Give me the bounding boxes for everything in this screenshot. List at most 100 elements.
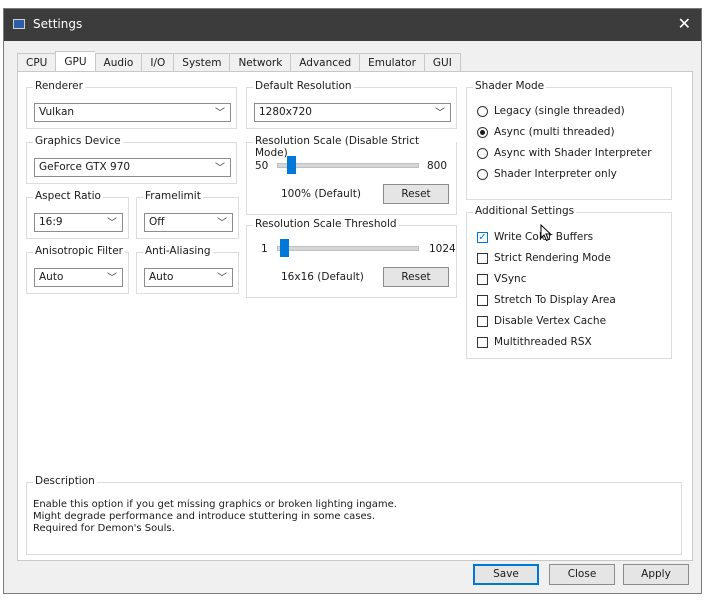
checkbox-label: Strict Rendering Mode — [494, 252, 611, 264]
close-icon[interactable]: ✕ — [678, 14, 691, 33]
gpu-tab-panel: Renderer Vulkan ﹀ Graphics Device GeForc… — [17, 71, 693, 561]
disable-vertex-cache-checkbox[interactable]: Disable Vertex Cache — [477, 313, 606, 329]
shader-mode-option-async-interpreter[interactable]: Async with Shader Interpreter — [477, 145, 652, 161]
stretch-to-display-area-checkbox[interactable]: Stretch To Display Area — [477, 292, 616, 308]
tab-strip: CPU GPU Audio I/O System Network Advance… — [17, 51, 461, 73]
framelimit-value: Off — [149, 216, 165, 228]
radio-button-selected[interactable] — [477, 126, 488, 138]
app-icon — [13, 19, 25, 29]
tab-cpu[interactable]: CPU — [17, 53, 56, 72]
default-resolution-value: 1280x720 — [259, 106, 312, 118]
multithreaded-rsx-checkbox[interactable]: Multithreaded RSX — [477, 334, 592, 350]
resolution-scale-track[interactable] — [277, 163, 419, 168]
resolution-threshold-label: Resolution Scale Threshold — [253, 218, 399, 230]
write-color-buffers-checkbox[interactable]: ✓ Write Color Buffers — [477, 229, 593, 245]
radio-button[interactable] — [477, 147, 488, 159]
chevron-down-icon: ﹀ — [107, 218, 117, 229]
additional-settings-label: Additional Settings — [473, 205, 577, 217]
checkbox-label: Disable Vertex Cache — [494, 315, 607, 327]
window-title: Settings — [33, 17, 83, 31]
tab-gui[interactable]: GUI — [423, 53, 461, 72]
default-resolution-label: Default Resolution — [253, 80, 354, 92]
resolution-threshold-min: 1 — [261, 243, 268, 255]
aspect-ratio-group: Aspect Ratio 16:9 ﹀ — [26, 190, 129, 239]
tab-emulator[interactable]: Emulator — [359, 53, 424, 72]
anti-aliasing-select[interactable]: Auto ﹀ — [144, 268, 233, 287]
graphics-device-value: GeForce GTX 970 — [39, 161, 131, 173]
resolution-threshold-reset-button[interactable]: Reset — [383, 267, 449, 287]
anisotropic-filter-group: Anisotropic Filter Auto ﹀ — [26, 245, 129, 294]
tab-audio[interactable]: Audio — [94, 53, 142, 72]
resolution-scale-group: Resolution Scale (Disable Strict Mode) 5… — [246, 135, 457, 215]
chevron-down-icon: ﹀ — [215, 108, 225, 119]
framelimit-group: Framelimit Off ﹀ — [136, 190, 239, 239]
shader-mode-option-interpreter-only[interactable]: Shader Interpreter only — [477, 166, 617, 182]
checkbox-icon[interactable] — [477, 252, 488, 264]
chevron-down-icon: ﹀ — [217, 218, 227, 229]
renderer-value: Vulkan — [39, 106, 75, 118]
checkbox-icon[interactable] — [477, 294, 488, 306]
description-line: Enable this option if you get missing gr… — [33, 499, 397, 510]
resolution-scale-thumb[interactable] — [287, 156, 296, 174]
checkbox-icon[interactable] — [477, 336, 488, 348]
resolution-threshold-group: Resolution Scale Threshold 1 1024 16x16 … — [246, 218, 457, 298]
chevron-down-icon: ﹀ — [435, 108, 445, 119]
framelimit-select[interactable]: Off ﹀ — [144, 213, 233, 232]
anisotropic-filter-value: Auto — [39, 271, 64, 283]
description-line: Might degrade performance and introduce … — [33, 511, 376, 522]
mouse-cursor-icon — [540, 224, 552, 242]
save-button[interactable]: Save — [473, 564, 539, 585]
additional-settings-group: Additional Settings ✓ Write Color Buffer… — [466, 205, 672, 359]
resolution-scale-min: 50 — [255, 160, 269, 172]
tab-advanced[interactable]: Advanced — [290, 53, 360, 72]
aspect-ratio-select[interactable]: 16:9 ﹀ — [34, 213, 123, 232]
resolution-scale-reset-button[interactable]: Reset — [383, 184, 449, 204]
renderer-group: Renderer Vulkan ﹀ — [26, 80, 237, 129]
vsync-checkbox[interactable]: VSync — [477, 271, 527, 287]
strict-rendering-mode-checkbox[interactable]: Strict Rendering Mode — [477, 250, 611, 266]
checkbox-icon[interactable] — [477, 315, 488, 327]
anti-aliasing-label: Anti-Aliasing — [143, 245, 213, 257]
graphics-device-select[interactable]: GeForce GTX 970 ﹀ — [34, 158, 231, 177]
description-line: Required for Demon's Souls. — [33, 523, 175, 534]
anisotropic-filter-select[interactable]: Auto ﹀ — [34, 268, 123, 287]
graphics-device-label: Graphics Device — [33, 135, 123, 147]
default-resolution-group: Default Resolution 1280x720 ﹀ — [246, 80, 457, 129]
close-button[interactable]: Close — [549, 564, 615, 585]
anti-aliasing-group: Anti-Aliasing Auto ﹀ — [136, 245, 239, 294]
graphics-device-group: Graphics Device GeForce GTX 970 ﹀ — [26, 135, 237, 184]
shader-mode-option-async[interactable]: Async (multi threaded) — [477, 124, 615, 140]
chevron-down-icon: ﹀ — [107, 273, 117, 284]
shader-mode-option-legacy[interactable]: Legacy (single threaded) — [477, 103, 625, 119]
aspect-ratio-value: 16:9 — [39, 216, 63, 228]
renderer-label: Renderer — [33, 80, 85, 92]
shader-mode-option-label: Async with Shader Interpreter — [494, 147, 652, 159]
resolution-scale-value: 100% (Default) — [281, 188, 361, 200]
checkbox-label: Stretch To Display Area — [494, 294, 616, 306]
shader-mode-option-label: Shader Interpreter only — [494, 168, 617, 180]
resolution-scale-max: 800 — [427, 160, 448, 172]
checkbox-icon[interactable] — [477, 273, 488, 285]
description-label: Description — [33, 475, 97, 487]
resolution-threshold-max: 1024 — [429, 243, 456, 255]
renderer-select[interactable]: Vulkan ﹀ — [34, 103, 231, 122]
shader-mode-group: Shader Mode Legacy (single threaded) Asy… — [466, 80, 672, 200]
anisotropic-filter-label: Anisotropic Filter — [33, 245, 125, 257]
tab-io[interactable]: I/O — [141, 53, 174, 72]
radio-button[interactable] — [477, 105, 488, 117]
tab-system[interactable]: System — [173, 53, 230, 72]
title-bar[interactable]: Settings ✕ — [4, 9, 701, 41]
radio-button[interactable] — [477, 168, 488, 180]
chevron-down-icon: ﹀ — [217, 273, 227, 284]
resolution-scale-label: Resolution Scale (Disable Strict Mode) — [253, 135, 456, 159]
description-text: Enable this option if you get missing gr… — [33, 499, 397, 535]
default-resolution-select[interactable]: 1280x720 ﹀ — [254, 103, 451, 122]
checkbox-checked-icon[interactable]: ✓ — [477, 231, 488, 243]
tab-gpu[interactable]: GPU — [55, 51, 95, 73]
resolution-threshold-track[interactable] — [277, 246, 419, 251]
resolution-threshold-thumb[interactable] — [280, 239, 289, 257]
resolution-threshold-value: 16x16 (Default) — [281, 271, 364, 283]
tab-network[interactable]: Network — [229, 53, 291, 72]
apply-button[interactable]: Apply — [623, 564, 689, 585]
checkbox-label: Multithreaded RSX — [494, 336, 592, 348]
